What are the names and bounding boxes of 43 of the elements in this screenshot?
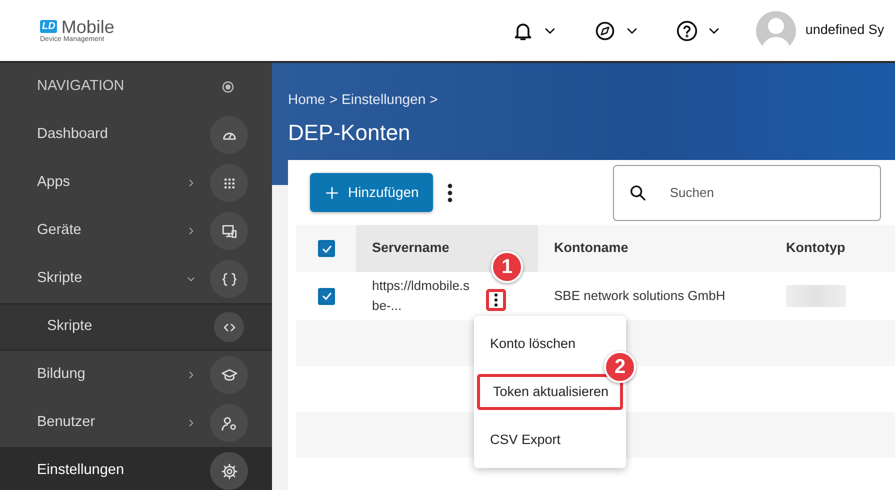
column-header[interactable]: Kontotyp (770, 225, 895, 272)
more-icon[interactable] (446, 182, 453, 202)
compass-icon (594, 20, 616, 42)
help-icon (676, 20, 698, 42)
logo-mark: LD (40, 20, 58, 33)
braces-icon (220, 270, 238, 288)
row-menu-button[interactable] (486, 289, 506, 311)
search-icon (628, 182, 648, 202)
graduation-cap-icon (220, 366, 238, 384)
check-icon (320, 242, 332, 254)
gear-icon (220, 462, 238, 480)
devices-icon (220, 222, 238, 240)
breadcrumb-separator: > (329, 90, 338, 109)
nav-subitem[interactable]: Skripte (0, 303, 272, 351)
column-header[interactable]: Kontoname (538, 225, 770, 272)
nav-item[interactable]: Bildung (0, 351, 272, 399)
user-gear-icon (220, 414, 238, 432)
logo-name: Mobile (61, 18, 114, 36)
nav-item[interactable]: Skripte (0, 255, 272, 303)
table-cell: SBE network solutions GmbH (554, 288, 726, 304)
more-icon (494, 293, 498, 307)
breadcrumb-link[interactable]: Einstellungen (342, 89, 426, 110)
search-field[interactable]: Suchen (612, 164, 881, 220)
checkbox[interactable] (318, 240, 335, 257)
table-cell-text: https://ldmobile.sbe-... (372, 277, 471, 315)
breadcrumb-separator: > (430, 90, 438, 109)
check-icon (320, 290, 332, 302)
user-name[interactable]: undefined Sy (805, 20, 884, 41)
nav-item[interactable]: Einstellungen (0, 447, 272, 490)
breadcrumb-link[interactable]: Home (288, 89, 326, 110)
step-marker: 1 (491, 251, 523, 283)
nav-item[interactable]: Benutzer (0, 399, 272, 447)
add-button[interactable]: Hinzufügen (310, 173, 433, 212)
nav-item[interactable]: Dashboard (0, 111, 272, 159)
menu-item[interactable]: CSV Export (474, 416, 626, 464)
blurred-value (786, 285, 846, 307)
nav-item[interactable]: Apps (0, 159, 272, 207)
plus-icon (324, 184, 340, 200)
checkbox[interactable] (318, 288, 335, 304)
nav-item[interactable]: Geräte (0, 207, 272, 255)
radio-dot-icon[interactable] (222, 81, 234, 93)
section-heading: NAVIGATION (37, 77, 124, 96)
page-title: DEP-Konten (288, 119, 412, 147)
